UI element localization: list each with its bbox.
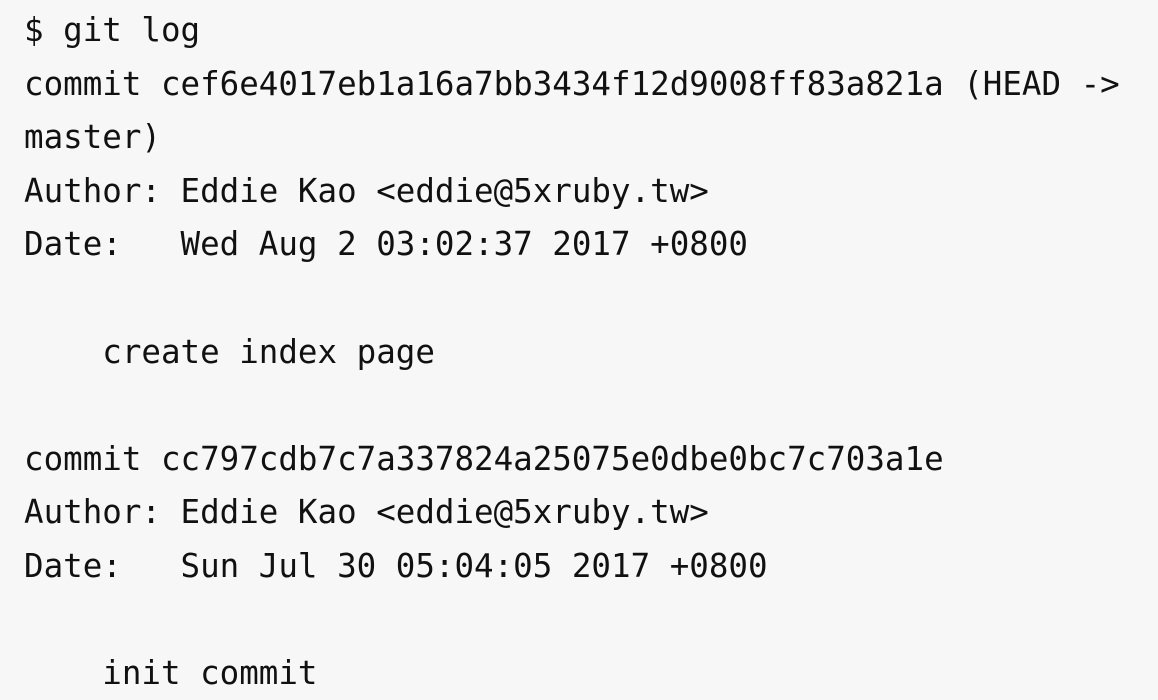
commit-hash-line: commit cef6e4017eb1a16a7bb3434f12d9008ff… [24,64,1120,103]
commit-message: init commit [24,654,318,693]
terminal-output[interactable]: $ git log commit cef6e4017eb1a16a7bb3434… [0,0,1158,700]
date-line: Date: Sun Jul 30 05:04:05 2017 +0800 [24,546,768,585]
author-line: Author: Eddie Kao <eddie@5xruby.tw> [24,171,709,210]
commit-message: create index page [24,332,435,371]
author-line: Author: Eddie Kao <eddie@5xruby.tw> [24,493,709,532]
commit-ref-continuation: master) [24,118,161,157]
command-line: $ git log [24,11,201,49]
date-line: Date: Wed Aug 2 03:02:37 2017 +0800 [24,225,748,264]
commit-hash-line: commit cc797cdb7c7a337824a25075e0dbe0bc7… [24,439,944,478]
